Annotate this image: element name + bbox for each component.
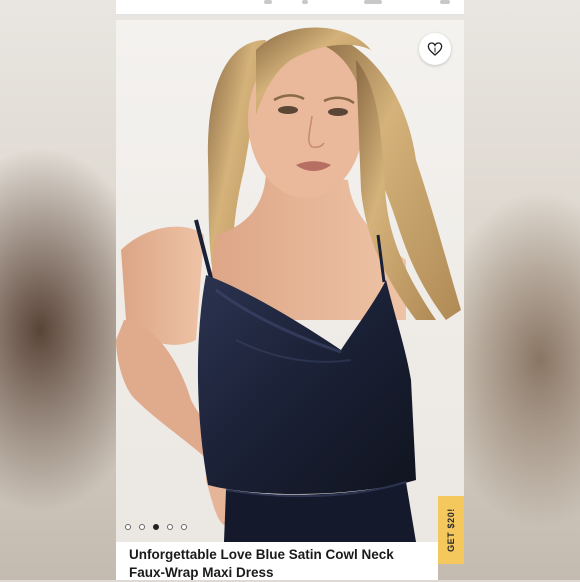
product-image[interactable] [116,20,464,542]
promo-label: GET $20! [446,508,457,552]
favorite-button[interactable] [419,33,451,65]
top-app-bar [116,0,464,15]
carousel-dot[interactable] [139,524,145,530]
top-bar-icon[interactable] [302,0,308,4]
top-bar-icon[interactable] [364,0,382,4]
promo-tab[interactable]: GET $20! [438,496,464,564]
model-illustration [116,20,464,542]
heart-icon [427,42,443,56]
carousel-dot[interactable] [125,524,131,530]
image-carousel-indicator [125,524,187,530]
carousel-dot[interactable] [181,524,187,530]
top-bar-icon[interactable] [440,0,450,4]
product-title: Unforgettable Love Blue Satin Cowl Neck … [129,547,394,580]
carousel-dot[interactable] [167,524,173,530]
carousel-dot-active[interactable] [153,524,159,530]
product-info: Unforgettable Love Blue Satin Cowl Neck … [116,542,438,580]
top-bar-icon[interactable] [264,0,272,4]
